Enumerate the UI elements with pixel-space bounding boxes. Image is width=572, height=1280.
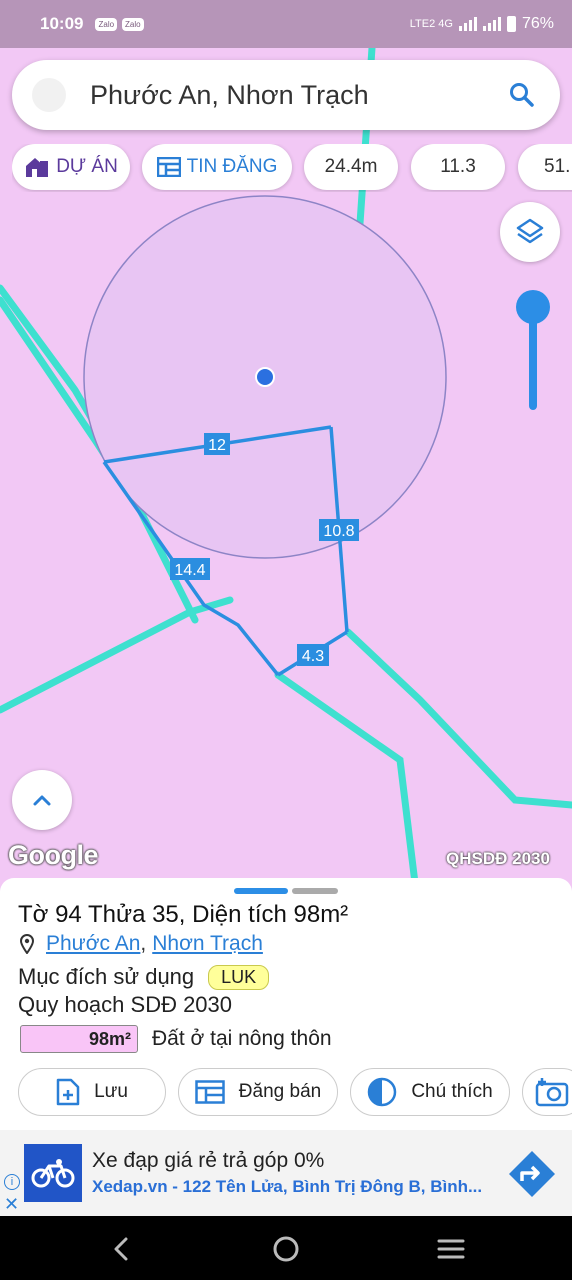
chip-du-an[interactable]: DỰ ÁN (12, 144, 130, 190)
battery-level: 76% (521, 15, 554, 32)
save-button[interactable]: Lưu (18, 1068, 166, 1116)
battery-icon (506, 16, 516, 32)
land-use-purpose: Mục đích sử dụng LUK (18, 964, 270, 990)
ad-open-button[interactable] (506, 1148, 558, 1200)
contrast-icon (367, 1077, 397, 1107)
signal-icon (482, 17, 501, 31)
search-icon[interactable] (502, 75, 542, 115)
ad-info-icon[interactable]: i (4, 1174, 20, 1190)
search-bar[interactable]: Phước An, Nhơn Trạch (12, 60, 560, 130)
google-logo: Google (8, 840, 99, 870)
location-dot (255, 367, 275, 387)
directions-icon (509, 1151, 555, 1197)
sheet-handle-secondary[interactable] (292, 888, 338, 894)
purpose-label: Mục đích sử dụng (18, 964, 195, 989)
back-icon (114, 1237, 128, 1261)
navigation-bar (0, 1216, 572, 1280)
location-separator: , (140, 932, 147, 955)
home-button[interactable] (271, 1234, 301, 1264)
house-icon (24, 156, 50, 178)
recents-icon (437, 1239, 465, 1259)
plan-use-description: Đất ở tại nông thôn (152, 1027, 332, 1050)
back-button[interactable] (106, 1234, 136, 1264)
chip-label: 24.4m (324, 156, 378, 177)
layers-icon (516, 218, 544, 244)
measure-label-left: 14.4 (174, 562, 205, 579)
chip-tin-dang[interactable]: TIN ĐĂNG (142, 144, 292, 190)
search-query[interactable]: Phước An, Nhơn Trạch (90, 80, 502, 111)
expand-sheet-button[interactable] (12, 770, 72, 830)
home-icon (273, 1236, 299, 1262)
chip-label: TIN ĐĂNG (186, 156, 278, 177)
plan-area-swatch: 98m² (20, 1025, 138, 1053)
road-line (344, 628, 572, 809)
network-type: LTE2 4G (409, 18, 453, 30)
save-label: Lưu (94, 1081, 128, 1102)
opacity-slider[interactable] (516, 290, 550, 412)
plan-heading: Quy hoạch SDĐ 2030 (18, 992, 233, 1017)
slider-track[interactable] (529, 310, 537, 410)
chip-distance[interactable]: 24.4m (304, 144, 398, 190)
ad-close-icon[interactable]: ✕ (4, 1194, 19, 1215)
advertiser-logo (24, 1144, 82, 1202)
land-use-badge: LUK (208, 964, 270, 990)
road-line (274, 671, 419, 883)
legend-label: Chú thích (411, 1081, 493, 1102)
legend-button[interactable]: Chú thích (350, 1068, 510, 1116)
zalo-notification-icon: Zalo (122, 17, 144, 31)
ad-subline: Xedap.vn - 122 Tên Lửa, Bình Trị Đông B,… (92, 1177, 483, 1196)
listing-icon (195, 1080, 225, 1104)
ward-link[interactable]: Phước An (46, 932, 140, 956)
status-time: 10:09 (40, 14, 84, 33)
overlay-label: QHSDĐ 2030 (446, 849, 550, 868)
district-link[interactable]: Nhơn Trạch (152, 932, 263, 956)
action-bar: Lưu Đăng bán Chú thích (18, 1068, 572, 1116)
recents-button[interactable] (436, 1234, 466, 1264)
parcel-title: Tờ 94 Thửa 35, Diện tích 98m² (18, 901, 349, 928)
status-bar: 10:09 Zalo Zalo LTE2 4G 76% (0, 0, 572, 48)
measure-label-bottom: 4.3 (302, 648, 324, 665)
layers-button[interactable] (500, 202, 560, 262)
add-file-icon (56, 1078, 80, 1106)
plan-legend-row: 98m² Đất ở tại nông thôn (20, 1025, 332, 1053)
add-photo-button[interactable] (522, 1068, 572, 1116)
ad-banner[interactable]: i ✕ Xe đạp giá rẻ trả góp 0% Xedap.vn - … (0, 1130, 572, 1216)
parcel-info-sheet: Tờ 94 Thửa 35, Diện tích 98m² Phước An ,… (0, 878, 572, 1130)
chip-label: DỰ ÁN (56, 156, 118, 177)
parcel-location: Phước An , Nhơn Trạch (20, 932, 263, 956)
post-listing-label: Đăng bán (238, 1081, 322, 1102)
measure-label-right: 10.8 (323, 523, 354, 540)
chip-value[interactable]: 11.3 (411, 144, 505, 190)
chip-label: 51. (544, 156, 571, 177)
location-pin-icon (20, 934, 34, 954)
filter-chips: DỰ ÁN TIN ĐĂNG 24.4m 11.3 51. (12, 144, 572, 192)
signal-icon (458, 17, 477, 31)
chip-value-2[interactable]: 51. (518, 144, 572, 190)
listing-icon (156, 157, 181, 177)
zalo-notification-icon: Zalo (95, 17, 118, 31)
ad-headline: Xe đạp giá rẻ trả góp 0% (92, 1149, 325, 1172)
post-listing-button[interactable]: Đăng bán (178, 1068, 338, 1116)
measure-label-top: 12 (208, 437, 226, 454)
chevron-up-icon (33, 795, 51, 806)
chip-label: 11.3 (440, 156, 476, 177)
sheet-handle[interactable] (234, 888, 288, 894)
avatar[interactable] (32, 78, 66, 112)
add-photo-icon (535, 1077, 569, 1107)
slider-handle[interactable] (516, 290, 550, 324)
